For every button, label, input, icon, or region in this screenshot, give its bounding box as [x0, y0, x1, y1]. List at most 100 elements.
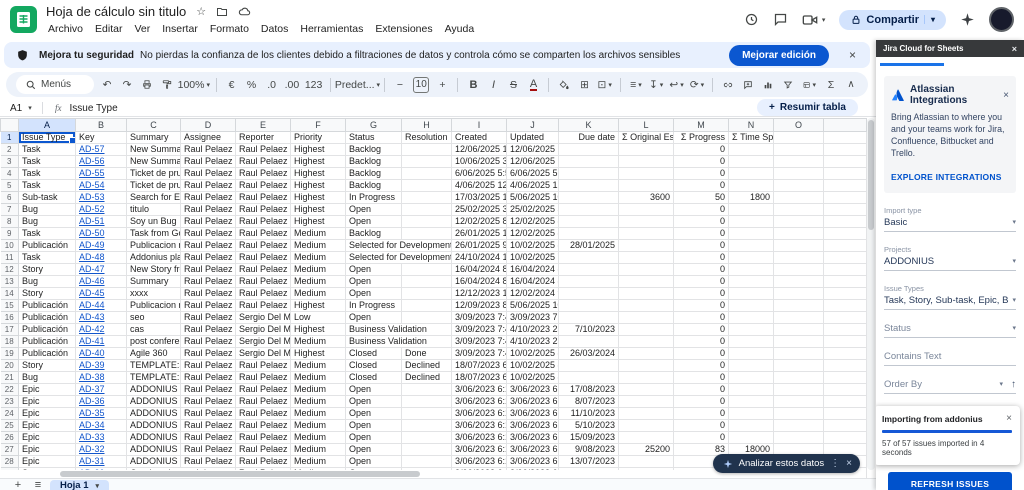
cell-I4[interactable]: 6/06/2025 5:51:3 — [452, 168, 507, 180]
cell-H5[interactable] — [402, 180, 452, 192]
cell-J25[interactable]: 3/06/2023 6:52:1 — [507, 420, 559, 432]
menu-ayuda[interactable]: Ayuda — [439, 21, 481, 37]
cell-B8[interactable]: AD-51 — [76, 216, 127, 228]
cell-I25[interactable]: 3/06/2023 6:14:3 — [452, 420, 507, 432]
cell-O6[interactable] — [774, 192, 824, 204]
cell-K28[interactable]: 13/07/2023 — [559, 456, 619, 468]
cell-O12[interactable] — [774, 264, 824, 276]
cell-E14[interactable]: Raul Pelaez — [236, 288, 291, 300]
cell-F4[interactable]: Highest — [291, 168, 346, 180]
cell-J9[interactable]: 12/02/2025 8:33 — [507, 228, 559, 240]
cell-C6[interactable]: Search for Enem — [127, 192, 181, 204]
cell-D10[interactable]: Raul Pelaez Mer — [181, 240, 236, 252]
cell-C16[interactable]: seo — [127, 312, 181, 324]
cell-filler-26[interactable] — [824, 432, 867, 444]
cell-D8[interactable]: Raul Pelaez Mer — [181, 216, 236, 228]
cell-N21[interactable] — [729, 372, 774, 384]
cell-K27[interactable]: 9/08/2023 — [559, 444, 619, 456]
font-style-select[interactable]: Predet...▾ — [339, 75, 376, 94]
cell-E28[interactable]: Raul Pelaez Mer — [236, 456, 291, 468]
row-header-13[interactable]: 13 — [1, 276, 19, 288]
cell-E16[interactable]: Sergio Del Mazo — [236, 312, 291, 324]
cell-C20[interactable]: TEMPLATE:Stor — [127, 360, 181, 372]
cell-N15[interactable] — [729, 300, 774, 312]
cell-L19[interactable] — [619, 348, 674, 360]
explore-integrations-link[interactable]: EXPLORE INTEGRATIONS — [891, 172, 1002, 182]
cell-K6[interactable] — [559, 192, 619, 204]
cell-G27[interactable]: Open — [346, 444, 402, 456]
cell-H14[interactable] — [402, 288, 452, 300]
share-caret-icon[interactable]: ▾ — [924, 15, 942, 24]
cell-G4[interactable]: Backlog — [346, 168, 402, 180]
cell-L10[interactable] — [619, 240, 674, 252]
cell-N11[interactable] — [729, 252, 774, 264]
cell-H20[interactable]: Declined — [402, 360, 452, 372]
cell-filler-23[interactable] — [824, 396, 867, 408]
cell-H15[interactable] — [402, 300, 452, 312]
cell-N3[interactable] — [729, 156, 774, 168]
column-header-N[interactable]: N — [729, 119, 774, 132]
borders-button[interactable]: ⊞ — [577, 75, 591, 94]
cell-L6[interactable]: 3600 — [619, 192, 674, 204]
collapse-toolbar-icon[interactable]: ∧ — [844, 75, 858, 94]
cell-A17[interactable]: Publicación — [19, 324, 76, 336]
cell-G2[interactable]: Backlog — [346, 144, 402, 156]
cell-J16[interactable]: 3/09/2023 7:47:2 — [507, 312, 559, 324]
cell-C1[interactable]: Summary — [127, 132, 181, 144]
number-format-button[interactable]: 123 — [305, 75, 322, 94]
row-header-19[interactable]: 19 — [1, 348, 19, 360]
menu-formato[interactable]: Formato — [204, 21, 255, 37]
cell-B11[interactable]: AD-48 — [76, 252, 127, 264]
redo-button[interactable]: ↷ — [120, 75, 134, 94]
cell-C26[interactable]: ADDONIUS STA — [127, 432, 181, 444]
row-header-20[interactable]: 20 — [1, 360, 19, 372]
cell-G18[interactable]: Business Validation — [346, 336, 452, 348]
field-input[interactable]: Contains Text — [884, 351, 1016, 362]
cell-H28[interactable] — [402, 456, 452, 468]
row-header-2[interactable]: 2 — [1, 144, 19, 156]
cell-F28[interactable]: Medium — [291, 456, 346, 468]
cell-C22[interactable]: ADDONIUS MEI — [127, 384, 181, 396]
cell-B25[interactable]: AD-34 — [76, 420, 127, 432]
cell-I5[interactable]: 4/06/2025 12:33 — [452, 180, 507, 192]
cell-A14[interactable]: Story — [19, 288, 76, 300]
cell-G15[interactable]: In Progress — [346, 300, 402, 312]
column-header-L[interactable]: L — [619, 119, 674, 132]
cell-L18[interactable] — [619, 336, 674, 348]
cell-G1[interactable]: Status — [346, 132, 402, 144]
row-header-15[interactable]: 15 — [1, 300, 19, 312]
field-select[interactable]: Status — [884, 323, 1009, 334]
cell-H4[interactable] — [402, 168, 452, 180]
functions-button[interactable]: Σ — [824, 75, 838, 94]
cell-H12[interactable] — [402, 264, 452, 276]
strikethrough-button[interactable]: S — [506, 75, 520, 94]
cell-N22[interactable] — [729, 384, 774, 396]
menu-herramientas[interactable]: Herramientas — [294, 21, 369, 37]
cell-K21[interactable] — [559, 372, 619, 384]
atlassian-card-close-icon[interactable]: × — [1003, 90, 1009, 101]
cell-K19[interactable]: 26/03/2024 — [559, 348, 619, 360]
cell-M17[interactable]: 0 — [674, 324, 729, 336]
cell-O15[interactable] — [774, 300, 824, 312]
cell-A16[interactable]: Publicación — [19, 312, 76, 324]
cell-N1[interactable]: Σ Time Spent — [729, 132, 774, 144]
cell-I13[interactable]: 16/04/2024 8:21 — [452, 276, 507, 288]
cell-H26[interactable] — [402, 432, 452, 444]
cell-B5[interactable]: AD-54 — [76, 180, 127, 192]
cell-filler-16[interactable] — [824, 312, 867, 324]
cell-F13[interactable]: Medium — [291, 276, 346, 288]
avatar[interactable] — [989, 7, 1014, 32]
cell-F9[interactable]: Medium — [291, 228, 346, 240]
cell-G3[interactable]: Backlog — [346, 156, 402, 168]
cell-I11[interactable]: 24/10/2024 1:08 — [452, 252, 507, 264]
cell-A1[interactable]: Issue Type — [19, 132, 76, 144]
cell-D19[interactable]: Raul Pelaez Mer — [181, 348, 236, 360]
cell-E12[interactable]: Raul Pelaez — [236, 264, 291, 276]
cell-I15[interactable]: 12/09/2023 8:22 — [452, 300, 507, 312]
cell-E8[interactable]: Raul Pelaez Mer — [236, 216, 291, 228]
insert-chart-button[interactable] — [761, 75, 775, 94]
row-header-26[interactable]: 26 — [1, 432, 19, 444]
cell-L21[interactable] — [619, 372, 674, 384]
cell-F24[interactable]: Medium — [291, 408, 346, 420]
column-header-A[interactable]: A — [19, 119, 76, 132]
